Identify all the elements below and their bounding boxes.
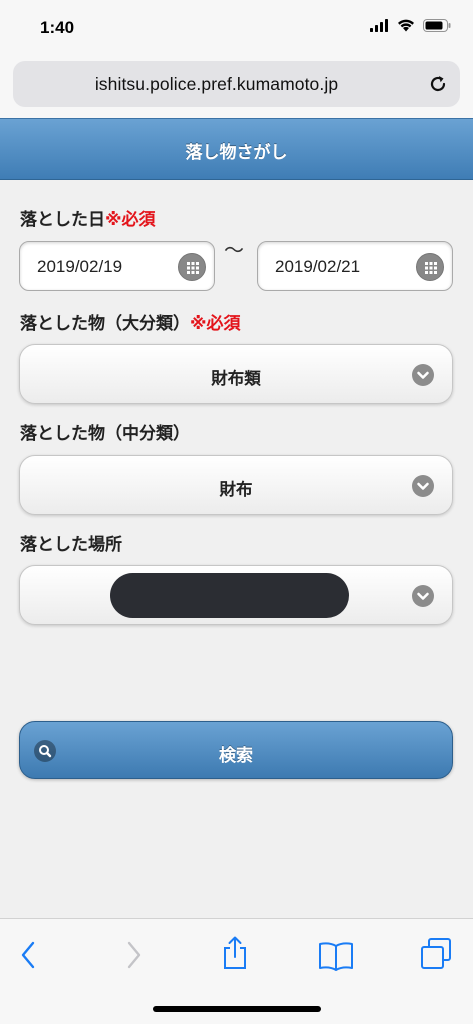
major-category-value: 財布類: [211, 369, 261, 388]
page-title: 落し物さがし: [185, 143, 288, 163]
major-category-select[interactable]: 財布類: [19, 344, 453, 404]
place-label-row: 落とした場所: [20, 530, 122, 555]
minor-category-label-row: 落とした物（中分類）: [20, 419, 190, 444]
date-to-field[interactable]: 2019/02/21: [257, 241, 453, 291]
date-separator: 〜: [224, 238, 244, 262]
calendar-icon[interactable]: [416, 253, 444, 281]
calendar-icon[interactable]: [178, 253, 206, 281]
browser-chrome: ishitsu.police.pref.kumamoto.jp: [0, 56, 473, 118]
date-from-field[interactable]: 2019/02/19: [19, 241, 215, 291]
url-text[interactable]: ishitsu.police.pref.kumamoto.jp: [13, 74, 420, 95]
status-time: 1:40: [40, 18, 75, 37]
page-header: 落し物さがし: [0, 118, 473, 180]
required-badge: ※必須: [105, 210, 156, 230]
minor-category-value: 財布: [219, 480, 253, 499]
address-bar[interactable]: ishitsu.police.pref.kumamoto.jp: [13, 61, 460, 107]
minor-category-select[interactable]: 財布: [19, 455, 453, 515]
status-bar: 1:40: [0, 0, 473, 56]
date-to-value: 2019/02/21: [275, 257, 361, 276]
signal-icon: [370, 19, 388, 32]
reload-icon[interactable]: [428, 74, 448, 94]
bookmarks-icon[interactable]: [318, 941, 354, 971]
date-label-row: 落とした日※必須: [20, 205, 156, 230]
tabs-icon[interactable]: [419, 937, 453, 971]
major-category-label: 落とした物（大分類）: [20, 314, 190, 334]
major-category-label-row: 落とした物（大分類）※必須: [20, 309, 241, 334]
chevron-down-icon: [412, 475, 434, 497]
search-button[interactable]: 検索: [19, 721, 453, 779]
date-label: 落とした日: [20, 210, 105, 230]
home-indicator: [153, 1006, 321, 1012]
status-icons: [370, 19, 451, 32]
required-badge: ※必須: [190, 314, 241, 334]
share-icon[interactable]: [220, 935, 250, 971]
forward-icon[interactable]: [122, 939, 144, 971]
wifi-icon: [398, 19, 414, 32]
battery-icon: [423, 19, 451, 32]
date-from-value: 2019/02/19: [37, 257, 123, 276]
search-button-label: 検索: [219, 746, 253, 766]
place-label: 落とした場所: [20, 535, 122, 555]
redacted-value: [110, 573, 349, 618]
chevron-down-icon: [412, 585, 434, 607]
chevron-down-icon: [412, 364, 434, 386]
place-select[interactable]: [19, 565, 453, 625]
back-icon[interactable]: [18, 939, 40, 971]
minor-category-label: 落とした物（中分類）: [20, 424, 190, 444]
